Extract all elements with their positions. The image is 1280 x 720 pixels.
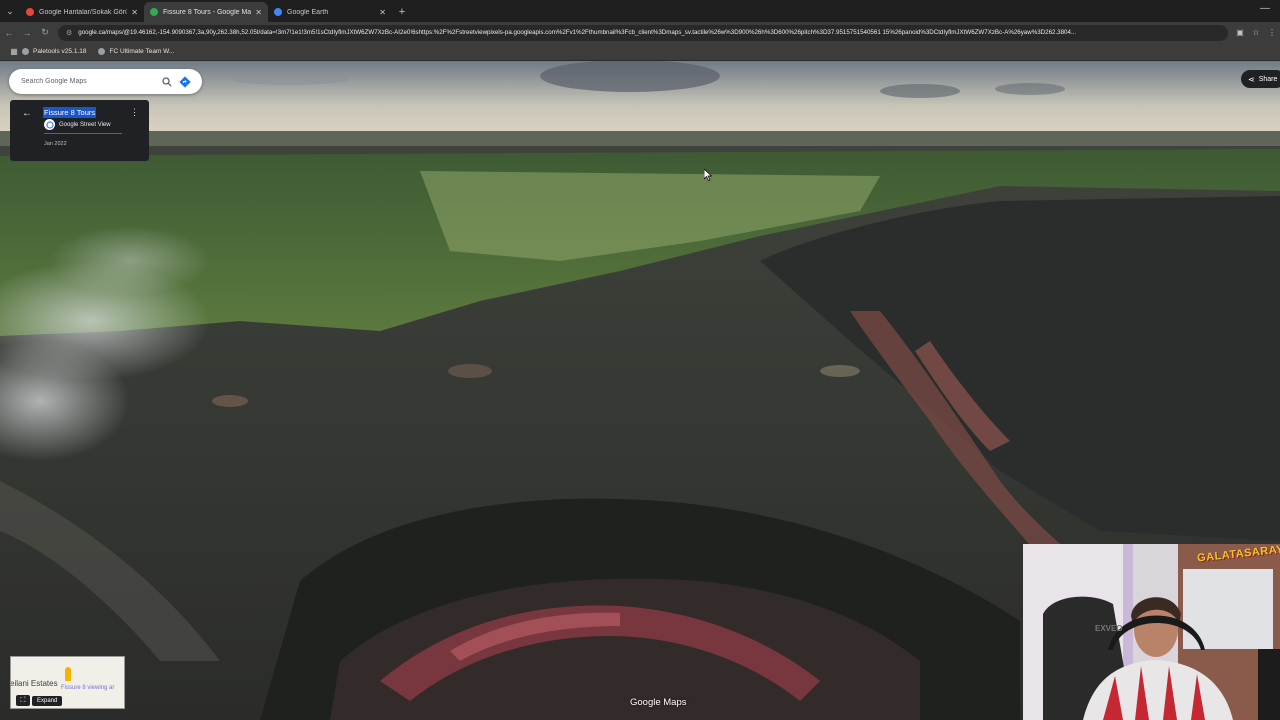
extensions-icon[interactable]: ⋮ bbox=[1264, 28, 1280, 37]
capture-date[interactable]: Jan 2022 bbox=[44, 141, 67, 147]
address-bar[interactable]: ⚙ google.ca/maps/@19.46162,-154.9090367,… bbox=[58, 24, 1228, 41]
google-maps-logo: Google Maps bbox=[630, 697, 687, 708]
mouse-cursor-icon bbox=[704, 169, 712, 181]
tab-title: Google Earth bbox=[287, 8, 329, 16]
minimap-place-label: eilani Estates bbox=[10, 679, 58, 688]
pegman-icon bbox=[65, 667, 71, 681]
google-earth-favicon-icon bbox=[274, 8, 282, 16]
search-box[interactable] bbox=[9, 69, 202, 94]
browser-toolbar: ← → ↻ ⚙ google.ca/maps/@19.46162,-154.90… bbox=[0, 22, 1280, 43]
bookmarks-bar: ▦ Paletools v25.1.18 FC Ultimate Team W.… bbox=[0, 43, 1280, 61]
expand-button[interactable]: ⛶ Expand bbox=[16, 695, 63, 706]
close-tab-icon[interactable]: ✕ bbox=[379, 8, 386, 17]
minimize-window-icon[interactable]: — bbox=[1260, 3, 1270, 14]
place-title[interactable]: Fissure 8 Tours bbox=[43, 107, 97, 118]
more-vert-icon[interactable]: ⋮ bbox=[130, 107, 139, 118]
back-icon[interactable]: ← bbox=[0, 28, 18, 38]
url-text: google.ca/maps/@19.46162,-154.9090367,3a… bbox=[78, 29, 1077, 36]
source-label: Google Street View bbox=[59, 121, 111, 128]
tab-title: Google Haritalar/Sokak Görün bbox=[39, 8, 128, 16]
webcam-overlay: GALATASARAY EXVEO bbox=[1023, 544, 1280, 720]
tab-title: Fissure 8 Tours - Google Maps bbox=[163, 8, 252, 16]
close-tab-icon[interactable]: ✕ bbox=[255, 8, 262, 17]
google-maps-favicon-icon bbox=[26, 8, 34, 16]
close-tab-icon[interactable]: ✕ bbox=[131, 8, 138, 17]
site-info-icon[interactable]: ⚙ bbox=[66, 29, 72, 37]
bookmark-fc-ultimate-team[interactable]: FC Ultimate Team W... bbox=[98, 48, 174, 55]
tab-search-icon[interactable]: ⌄ bbox=[0, 0, 20, 22]
webcam-chair-text: EXVEO bbox=[1095, 624, 1123, 633]
apps-grid-icon[interactable]: ▦ bbox=[6, 47, 22, 56]
minimap-note: Fissure 8 viewing ar bbox=[61, 685, 115, 691]
forward-icon[interactable]: → bbox=[18, 28, 36, 38]
globe-icon bbox=[98, 48, 106, 55]
back-arrow-icon[interactable]: ← bbox=[22, 108, 32, 119]
bookmark-label: Paletools v25.1.18 bbox=[33, 48, 87, 55]
tab-fissure-8-tours[interactable]: Fissure 8 Tours - Google Maps ✕ bbox=[144, 2, 268, 22]
browser-tab-strip: ⌄ Google Haritalar/Sokak Görün ✕ Fissure… bbox=[0, 0, 1280, 22]
tab-google-earth[interactable]: Google Earth ✕ bbox=[268, 2, 392, 22]
share-label: Share bbox=[1258, 75, 1278, 83]
globe-icon bbox=[22, 48, 29, 55]
bookmark-label: FC Ultimate Team W... bbox=[109, 48, 175, 55]
divider bbox=[44, 133, 122, 134]
minimap[interactable]: eilani Estates Fissure 8 viewing ar ⛶ Ex… bbox=[10, 656, 125, 709]
maps-pin-favicon-icon bbox=[150, 8, 158, 16]
street-view-source: Google Street View bbox=[44, 119, 111, 130]
search-icon[interactable] bbox=[160, 75, 174, 89]
new-tab-button[interactable]: + bbox=[392, 2, 412, 22]
share-button[interactable]: ⋖ Share bbox=[1241, 70, 1280, 88]
share-icon: ⋖ bbox=[1248, 74, 1255, 84]
translate-icon[interactable]: ▣ bbox=[1232, 28, 1248, 37]
bookmark-paletools[interactable]: Paletools v25.1.18 bbox=[22, 48, 86, 55]
expand-icon: ⛶ bbox=[16, 695, 30, 706]
expand-label: Expand bbox=[32, 695, 63, 706]
webcam-video bbox=[1023, 544, 1280, 720]
directions-icon[interactable] bbox=[178, 75, 192, 89]
google-street-view-icon bbox=[44, 119, 55, 130]
tab-google-haritalar[interactable]: Google Haritalar/Sokak Görün ✕ bbox=[20, 2, 144, 22]
bookmark-star-icon[interactable]: ☆ bbox=[1248, 28, 1264, 37]
street-view-panorama[interactable]: ← Fissure 8 Tours ⋮ Google Street View J… bbox=[0, 61, 1280, 720]
street-view-place-card: ← Fissure 8 Tours ⋮ Google Street View J… bbox=[10, 100, 149, 161]
reload-icon[interactable]: ↻ bbox=[36, 27, 54, 38]
search-input[interactable] bbox=[19, 77, 156, 86]
